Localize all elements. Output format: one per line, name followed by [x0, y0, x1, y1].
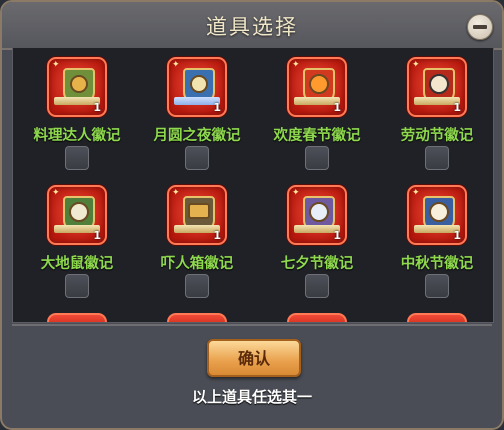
partial-badge-frame [407, 313, 467, 322]
item-checkbox[interactable] [425, 274, 449, 298]
item-checkbox[interactable] [425, 146, 449, 170]
dialog-title: 道具选择 [206, 15, 298, 39]
item-cell-4[interactable]: 1 劳动节徽记 [381, 48, 493, 178]
item-grid[interactable]: 1 料理达人徽记 1 月圆之夜徽记 1 欢度春 [12, 48, 494, 323]
item-checkbox[interactable] [65, 146, 89, 170]
badge-frame: 1 [167, 57, 227, 117]
item-cell-8[interactable]: 1 中秋节徽记 [381, 176, 493, 306]
item-cell-1[interactable]: 1 料理达人徽记 [21, 48, 133, 178]
item-checkbox[interactable] [185, 274, 209, 298]
item-count: 1 [453, 101, 461, 114]
item-count: 1 [333, 229, 341, 242]
badge-emblem [188, 203, 210, 219]
badge-emblem [309, 202, 329, 222]
item-count: 1 [213, 229, 221, 242]
item-select-dialog: 道具选择 1 料理达人徽记 1 月圆之夜徽记 [0, 0, 504, 430]
badge-emblem [70, 75, 88, 93]
item-cell-3[interactable]: 1 欢度春节徽记 [261, 48, 373, 178]
item-count: 1 [333, 101, 341, 114]
item-cell-5[interactable]: 1 大地鼠徽记 [21, 176, 133, 306]
item-name: 吓人箱徽记 [160, 256, 234, 272]
confirm-button[interactable]: 确认 [207, 339, 301, 377]
item-name: 料理达人徽记 [33, 128, 121, 144]
item-name: 月圆之夜徽记 [153, 128, 241, 144]
item-name: 七夕节徽记 [280, 256, 354, 272]
item-count: 1 [213, 101, 221, 114]
item-name: 劳动节徽记 [400, 128, 474, 144]
badge-emblem [429, 202, 449, 222]
partial-badge-frame [167, 313, 227, 322]
item-name: 中秋节徽记 [400, 256, 474, 272]
badge-frame: 1 [47, 185, 107, 245]
item-checkbox[interactable] [65, 274, 89, 298]
badge-emblem [190, 75, 208, 93]
item-count: 1 [453, 229, 461, 242]
item-checkbox[interactable] [305, 274, 329, 298]
close-minus-icon[interactable] [467, 14, 493, 40]
badge-frame: 1 [287, 185, 347, 245]
item-count: 1 [93, 101, 101, 114]
badge-emblem [69, 202, 89, 222]
badge-frame: 1 [407, 185, 467, 245]
partial-badge-frame [287, 313, 347, 322]
item-name: 欢度春节徽记 [273, 128, 361, 144]
item-checkbox[interactable] [305, 146, 329, 170]
divider [12, 324, 492, 326]
item-cell-2[interactable]: 1 月圆之夜徽记 [141, 48, 253, 178]
item-cell-6[interactable]: 1 吓人箱徽记 [141, 176, 253, 306]
selection-hint: 以上道具任选其一 [191, 388, 312, 406]
item-checkbox[interactable] [185, 146, 209, 170]
badge-frame: 1 [47, 57, 107, 117]
badge-emblem [309, 74, 329, 94]
item-count: 1 [93, 229, 101, 242]
item-cell-7[interactable]: 1 七夕节徽记 [261, 176, 373, 306]
item-name: 大地鼠徽记 [40, 256, 114, 272]
badge-frame: 1 [167, 185, 227, 245]
badge-frame: 1 [287, 57, 347, 117]
partial-badge-frame [47, 313, 107, 322]
badge-frame: 1 [407, 57, 467, 117]
badge-emblem [429, 74, 449, 94]
title-bar: 道具选择 [2, 2, 502, 50]
